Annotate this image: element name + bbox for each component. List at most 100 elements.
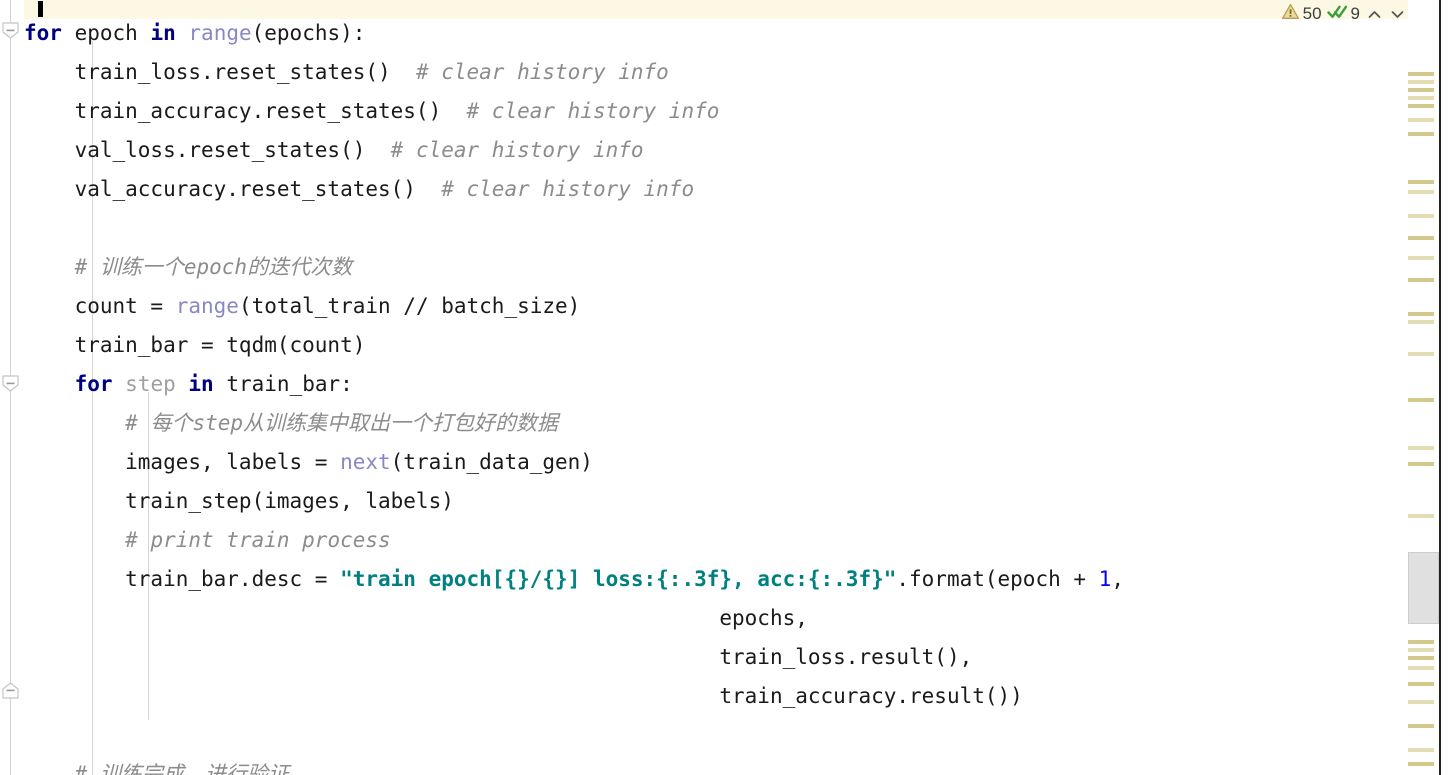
code-editor[interactable]: for epoch in range(epochs): train_loss.r… [0,0,1448,775]
warning-indicator[interactable]: 50 [1281,2,1322,26]
code-line-count-assign[interactable]: count = range(total_train // batch_size) [24,287,581,326]
error-stripe-mark[interactable] [1408,462,1434,466]
code-token: train_loss.result(), [24,645,973,669]
code-token: for [74,372,113,396]
error-stripe-mark[interactable] [1408,256,1434,260]
error-stripe-mark[interactable] [1408,278,1434,282]
warning-count: 50 [1302,4,1322,23]
code-line-comment-train-done-validate[interactable]: # 训练完成，进行验证 [24,755,289,775]
code-token: val_accuracy.reset_states() [24,177,442,201]
code-token: epochs, [24,606,808,630]
code-line-format-arg-epochs[interactable]: epochs, [24,599,808,638]
fold-marker-collapse-for-epoch[interactable] [2,22,19,39]
code-token: count = [24,294,176,318]
inspection-ok-indicator[interactable]: 9 [1326,2,1360,26]
code-token: # 训练完成，进行验证 [74,762,289,775]
error-stripe-mark[interactable] [1408,446,1434,450]
code-line-train-bar-tqdm[interactable]: train_bar = tqdm(count) [24,326,366,365]
error-stripe-mark[interactable] [1408,748,1434,752]
code-line-format-arg-train-accuracy[interactable]: train_accuracy.result()) [24,677,1023,716]
code-line-train-accuracy-reset[interactable]: train_accuracy.reset_states() # clear hi… [24,92,720,131]
error-stripe-mark[interactable] [1408,190,1434,194]
code-token: train_accuracy.reset_states() [24,99,467,123]
double-check-icon [1326,2,1348,26]
fold-marker-collapse-for-step[interactable] [2,375,19,392]
code-token: range [175,294,239,318]
code-line-comment-epoch-iterations[interactable]: # 训练一个epoch的迭代次数 [24,248,353,287]
error-stripe-mark[interactable] [1408,700,1434,704]
error-stripe-mark[interactable] [1408,214,1434,218]
error-stripe-mark[interactable] [1408,96,1434,100]
code-token: .format(epoch + [896,567,1099,591]
code-line-for-step[interactable]: for step in train_bar: [24,365,353,404]
code-token: # clear history info [466,99,720,123]
code-text-area[interactable]: for epoch in range(epochs): train_loss.r… [24,0,1408,775]
code-line-train-loss-reset[interactable]: train_loss.reset_states() # clear histor… [24,53,669,92]
code-token: range [188,21,252,45]
code-token: # clear history info [415,60,669,84]
code-token: (train_data_gen) [390,450,593,474]
error-stripe-mark[interactable] [1408,682,1434,686]
error-stripe-column[interactable] [1408,0,1440,775]
error-stripe-mark[interactable] [1408,514,1434,518]
code-token: train_loss.reset_states() [24,60,416,84]
code-token: step [125,372,176,396]
code-token: # clear history info [441,177,695,201]
error-stripe-mark[interactable] [1408,640,1434,644]
code-line-format-arg-train-loss[interactable]: train_loss.result(), [24,638,972,677]
code-line-val-accuracy-reset[interactable]: val_accuracy.reset_states() # clear hist… [24,170,695,209]
code-token: next [340,450,391,474]
error-stripe-mark[interactable] [1408,118,1434,122]
code-token: train_accuracy.result()) [24,684,1023,708]
inspection-widget[interactable]: 50 9 [1281,2,1406,26]
code-line-train-bar-desc[interactable]: train_bar.desc = "train epoch[{}/{}] los… [24,560,1124,599]
chevron-down-icon[interactable] [1388,5,1406,23]
chevron-up-icon[interactable] [1365,5,1383,23]
error-stripe-mark[interactable] [1408,72,1434,76]
code-token: val_loss.reset_states() [24,138,391,162]
editor-outer-margin [1441,0,1448,775]
error-stripe-mark[interactable] [1408,320,1434,324]
code-line-train-step-call[interactable]: train_step(images, labels) [24,482,454,521]
code-token: in [150,21,176,45]
code-line-val-loss-reset[interactable]: val_loss.reset_states() # clear history … [24,131,644,170]
fold-marker-expand-block[interactable] [2,682,19,699]
error-stripe-mark[interactable] [1408,80,1434,84]
error-stripe-mark[interactable] [1408,180,1434,184]
code-token: train_bar = tqdm(count) [24,333,366,357]
error-stripe-mark[interactable] [1408,236,1434,240]
code-token: (total_train // batch_size) [238,294,581,318]
code-token: # 训练一个epoch的迭代次数 [74,255,353,279]
code-token: images, labels = [24,450,341,474]
code-token: (epochs): [251,21,366,45]
error-stripe-mark[interactable] [1408,648,1434,652]
error-stripe-mark[interactable] [1408,398,1434,402]
code-token: train_bar: [213,372,353,396]
vertical-scrollbar-thumb[interactable] [1408,552,1439,624]
code-line-comment-print-train-process[interactable]: # print train process [24,521,391,560]
error-stripe-mark[interactable] [1408,762,1434,766]
error-stripe-mark[interactable] [1408,88,1434,92]
error-stripe-mark[interactable] [1408,132,1434,136]
code-token: # clear history info [390,138,644,162]
code-line-next-train-data-gen[interactable]: images, labels = next(train_data_gen) [24,443,593,482]
code-token: # print train process [125,528,391,552]
code-line-comment-step-fetch[interactable]: # 每个step从训练集中取出一个打包好的数据 [24,404,558,443]
error-stripe-mark[interactable] [1408,666,1434,670]
error-stripe-mark[interactable] [1408,312,1434,316]
error-stripe-mark[interactable] [1408,724,1434,728]
error-stripe-mark[interactable] [1408,104,1434,108]
editor-gutter[interactable] [0,0,24,775]
error-stripe-mark[interactable] [1408,656,1434,660]
error-stripe-mark[interactable] [1408,352,1434,356]
code-token: train_bar.desc = [24,567,341,591]
code-token: epoch [61,21,151,45]
code-token: "train epoch[{}/{}] loss:{:.3f}, acc:{:.… [340,567,897,591]
code-line-for-epoch[interactable]: for epoch in range(epochs): [24,14,365,53]
